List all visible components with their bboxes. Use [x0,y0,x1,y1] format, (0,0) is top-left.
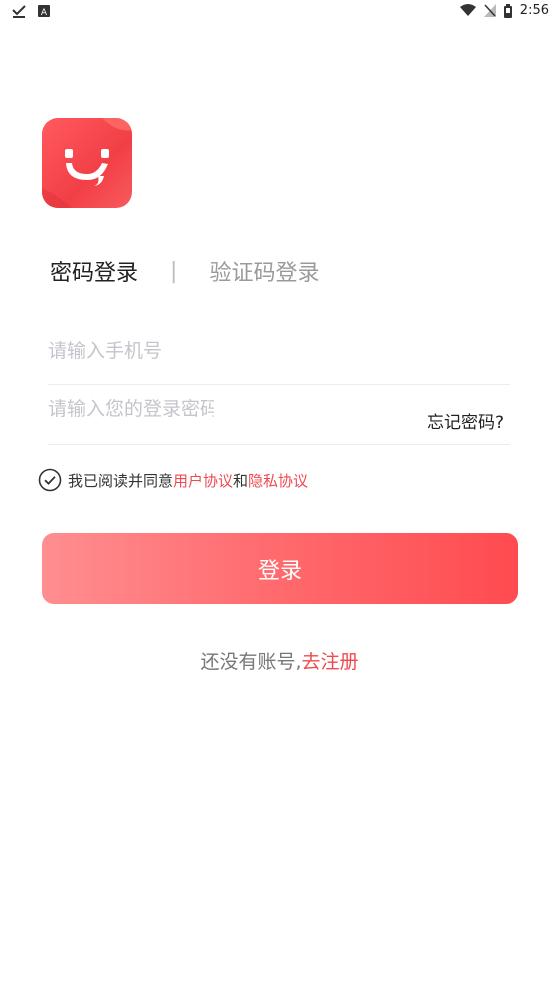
user-agreement-link[interactable]: 用户协议 [173,470,233,491]
wifi-icon [459,4,476,17]
check-circle-icon [38,468,62,492]
a-notification-icon: A [38,5,50,17]
phone-input[interactable] [48,340,328,362]
tab-code-login[interactable]: 验证码登录 [209,255,319,287]
agreement-checkbox[interactable] [38,468,62,492]
login-button[interactable]: 登录 [42,533,518,604]
register-prompt: 还没有账号, [200,651,302,673]
status-bar: A 2:56 [0,0,559,24]
smile-logo-icon [42,118,132,208]
register-link[interactable]: 去注册 [302,651,359,673]
tab-divider: | [170,258,178,284]
agreement-row: 我已阅读并同意 用户协议和隐私协议 [38,468,308,492]
agreement-prefix: 我已阅读并同意 [68,471,174,490]
tab-password-login[interactable]: 密码登录 [50,255,138,287]
privacy-agreement-link[interactable]: 隐私协议 [248,470,308,491]
phone-field [48,326,510,385]
check-notification-icon [12,4,26,18]
password-input[interactable] [48,398,214,420]
password-field: 忘记密码? [48,386,510,445]
svg-text:A: A [41,8,48,17]
status-time: 2:56 [519,3,549,18]
register-row: 还没有账号,去注册 [0,647,559,674]
app-logo [42,118,132,208]
battery-icon [503,3,512,18]
login-mode-tabs: 密码登录 | 验证码登录 [50,254,319,288]
status-right-icons: 2:56 [459,3,549,18]
agreement-and: 和 [233,471,249,490]
signal-off-icon [483,4,496,17]
forgot-password-link[interactable]: 忘记密码? [427,408,504,433]
status-left-icons: A [12,4,50,18]
